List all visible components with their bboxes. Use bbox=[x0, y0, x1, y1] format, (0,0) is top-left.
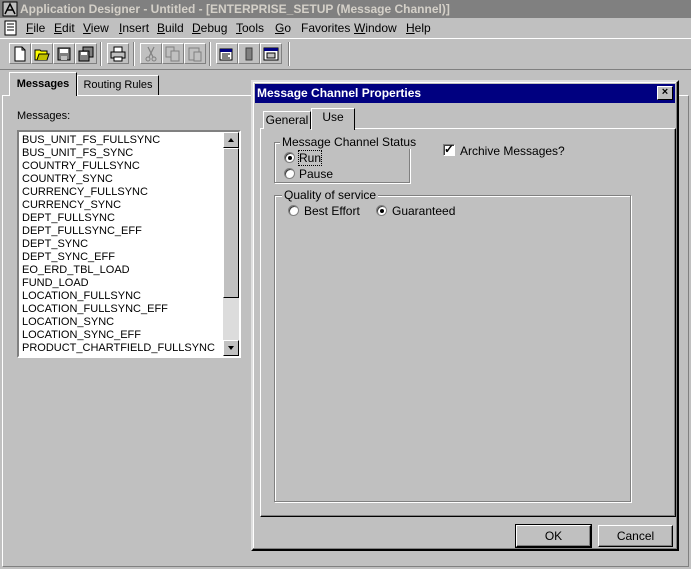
list-item[interactable]: LOCATION_SYNC_EFF bbox=[22, 329, 141, 342]
save-icon bbox=[57, 47, 71, 61]
messages-list[interactable]: BUS_UNIT_FS_FULLSYNC BUS_UNIT_FS_SYNC COUN… bbox=[17, 130, 241, 358]
dialog-title: Message Channel Properties bbox=[257, 86, 422, 100]
paste-icon bbox=[188, 47, 202, 62]
list-item[interactable]: LOCATION_SYNC bbox=[22, 316, 114, 329]
quality-of-service-group bbox=[274, 195, 631, 502]
window-title: Application Designer - Untitled - [ENTER… bbox=[20, 2, 450, 16]
list-item[interactable]: DEPT_FULLSYNC_EFF bbox=[22, 225, 142, 238]
list-item[interactable]: EO_ERD_TBL_LOAD bbox=[22, 264, 130, 277]
save-all-button[interactable] bbox=[75, 43, 97, 64]
archive-messages-label[interactable]: Archive Messages? bbox=[460, 144, 565, 158]
tab-messages[interactable]: Messages bbox=[9, 72, 77, 96]
toolbar-separator bbox=[133, 42, 135, 66]
dialog-title-bar: Message Channel Properties × bbox=[255, 84, 675, 103]
archive-messages-checkbox[interactable]: ✓ bbox=[443, 142, 455, 156]
upgrade-icon bbox=[245, 47, 253, 61]
list-item[interactable]: PRODUCT_CHARTFIELD_FULLSYNC bbox=[22, 342, 215, 355]
list-item[interactable]: FUND_LOAD bbox=[22, 277, 89, 290]
list-item[interactable]: COUNTRY_SYNC bbox=[22, 173, 113, 186]
title-bar: Application Designer - Untitled - [ENTER… bbox=[0, 0, 691, 18]
scroll-up-button[interactable] bbox=[223, 132, 239, 148]
guaranteed-label[interactable]: Guaranteed bbox=[392, 204, 455, 218]
tab-general[interactable]: General bbox=[263, 111, 311, 129]
messages-label: Messages: bbox=[17, 110, 71, 122]
properties-button[interactable] bbox=[216, 43, 238, 64]
list-item[interactable]: CURRENCY_SYNC bbox=[22, 199, 121, 212]
list-item[interactable]: DEPT_FULLSYNC bbox=[22, 212, 115, 225]
best-effort-label[interactable]: Best Effort bbox=[304, 204, 360, 218]
arrow-down-icon bbox=[228, 346, 234, 350]
cut-button[interactable] bbox=[140, 43, 162, 64]
ok-button[interactable]: OK bbox=[515, 524, 592, 548]
message-channel-properties-dialog: Message Channel Properties × General Use… bbox=[251, 80, 679, 551]
save-all-icon bbox=[78, 46, 94, 62]
list-item[interactable]: LOCATION_FULLSYNC bbox=[22, 290, 141, 303]
checkmark-icon: ✓ bbox=[444, 142, 455, 156]
save-button[interactable] bbox=[53, 43, 75, 64]
menu-debug[interactable]: Debug bbox=[192, 21, 227, 35]
scroll-thumb[interactable] bbox=[223, 148, 239, 298]
app-designer-icon bbox=[2, 1, 18, 17]
menu-tools[interactable]: Tools bbox=[236, 21, 264, 35]
menu-go[interactable]: Go bbox=[275, 21, 291, 35]
menu-bar: File Edit View Insert Build Debug Tools … bbox=[0, 18, 691, 38]
copy-icon bbox=[165, 46, 180, 62]
toolbar-separator bbox=[209, 42, 211, 66]
toolbar-separator bbox=[288, 42, 290, 66]
menu-file[interactable]: File bbox=[26, 21, 45, 35]
project-button[interactable] bbox=[260, 43, 282, 64]
properties-icon bbox=[219, 48, 233, 61]
toolbar-separator bbox=[100, 42, 102, 66]
document-icon[interactable] bbox=[3, 20, 19, 36]
radio-selected-dot bbox=[380, 209, 384, 213]
pause-radio[interactable] bbox=[284, 168, 295, 179]
paste-button[interactable] bbox=[184, 43, 206, 64]
run-radio[interactable] bbox=[284, 152, 295, 163]
run-label[interactable]: Run bbox=[297, 150, 323, 166]
project-icon bbox=[263, 47, 279, 61]
copy-button[interactable] bbox=[162, 43, 184, 64]
new-icon bbox=[14, 46, 26, 62]
list-item[interactable]: PRODUCT_CHARTFIELD_SYNC bbox=[22, 355, 188, 356]
scroll-down-button[interactable] bbox=[223, 340, 239, 356]
guaranteed-radio[interactable] bbox=[376, 205, 387, 216]
menu-help[interactable]: Help bbox=[406, 21, 431, 35]
print-icon bbox=[110, 46, 126, 62]
menu-view[interactable]: View bbox=[83, 21, 109, 35]
list-item[interactable]: BUS_UNIT_FS_SYNC bbox=[22, 147, 133, 160]
menu-edit[interactable]: Edit bbox=[54, 21, 75, 35]
open-button[interactable] bbox=[31, 43, 53, 64]
toolbar bbox=[0, 38, 691, 70]
list-item[interactable]: COUNTRY_FULLSYNC bbox=[22, 160, 140, 173]
menu-build[interactable]: Build bbox=[157, 21, 184, 35]
cut-icon bbox=[145, 46, 157, 62]
tab-routing-rules[interactable]: Routing Rules bbox=[77, 75, 159, 95]
open-icon bbox=[34, 49, 50, 61]
menu-favorites[interactable]: Favorites bbox=[301, 21, 350, 35]
pause-label[interactable]: Pause bbox=[299, 167, 333, 181]
messages-scrollbar[interactable] bbox=[223, 132, 239, 356]
list-item[interactable]: DEPT_SYNC_EFF bbox=[22, 251, 115, 264]
new-button[interactable] bbox=[9, 43, 31, 64]
list-item[interactable]: DEPT_SYNC bbox=[22, 238, 88, 251]
list-item[interactable]: CURRENCY_FULLSYNC bbox=[22, 186, 148, 199]
tab-use[interactable]: Use bbox=[311, 108, 355, 130]
close-button[interactable]: × bbox=[657, 86, 673, 100]
menu-insert[interactable]: Insert bbox=[119, 21, 149, 35]
arrow-up-icon bbox=[228, 138, 234, 142]
list-item[interactable]: BUS_UNIT_FS_FULLSYNC bbox=[22, 134, 160, 147]
best-effort-radio[interactable] bbox=[288, 205, 299, 216]
menu-window[interactable]: Window bbox=[354, 21, 397, 35]
list-item[interactable]: LOCATION_FULLSYNC_EFF bbox=[22, 303, 168, 316]
cancel-button[interactable]: Cancel bbox=[598, 525, 673, 547]
quality-of-service-label: Quality of service bbox=[282, 188, 379, 202]
radio-selected-dot bbox=[288, 156, 292, 160]
upgrade-button[interactable] bbox=[238, 43, 260, 64]
print-button[interactable] bbox=[107, 43, 129, 64]
close-icon: × bbox=[661, 86, 669, 98]
channel-status-label: Message Channel Status bbox=[280, 135, 419, 149]
